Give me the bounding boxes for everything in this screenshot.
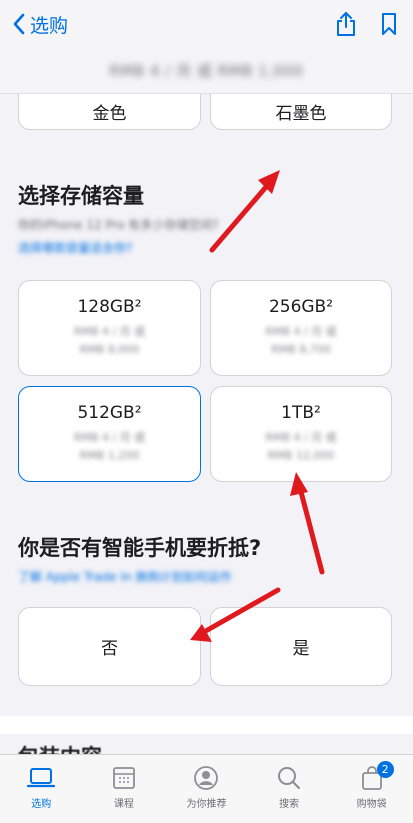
option-label: 128GB² (77, 297, 142, 318)
option-label: 512GB² (77, 403, 142, 424)
top-nav: 选购 (0, 0, 413, 48)
option-label: 是 (292, 639, 310, 659)
option-price: RMB 4 / 月 或 RMB 1,200 (73, 431, 146, 462)
price-summary-bar: RMB 4 / 月 或 RMB 1,000 (0, 48, 413, 94)
tab-label: 课程 (113, 799, 134, 810)
calendar-icon (112, 767, 135, 789)
back-label: 选购 (30, 14, 69, 37)
person-icon (194, 766, 219, 790)
laptop-icon (27, 768, 56, 788)
tab-shop[interactable]: 选购 (5, 765, 77, 810)
option-label: 否 (101, 639, 118, 659)
tradein-option-yes[interactable]: 是 (210, 607, 392, 686)
section-divider (0, 716, 413, 734)
tab-for-you[interactable]: 为你推荐 (170, 765, 242, 810)
storage-option-1tb[interactable]: 1TB² RMB 4 / 月 或 RMB 12,000 (210, 386, 392, 482)
bookmark-icon[interactable] (381, 12, 397, 36)
storage-option-256gb[interactable]: 256GB² RMB 4 / 月 或 RMB 8,700 (210, 280, 392, 376)
price-summary-text: RMB 4 / 月 或 RMB 1,000 (109, 62, 304, 80)
tradein-option-no[interactable]: 否 (18, 607, 201, 686)
back-button[interactable]: 选购 (12, 11, 68, 38)
box-contents-title: 包装内容 (18, 741, 102, 754)
tab-sessions[interactable]: 课程 (88, 765, 160, 810)
tab-label: 选购 (31, 799, 52, 810)
option-price: RMB 4 / 月 或 RMB 8,000 (73, 325, 146, 356)
storage-help-link[interactable]: 选择哪款容量适合你? (18, 239, 132, 256)
storage-section-title: 选择存储容量 (18, 184, 144, 208)
chevron-left-icon (13, 13, 25, 35)
option-label: 1TB² (281, 403, 321, 424)
tab-bag[interactable]: 2 购物袋 (336, 761, 408, 810)
tab-search[interactable]: 搜索 (253, 765, 325, 810)
search-icon (278, 767, 301, 790)
bag-count-badge: 2 (376, 761, 394, 778)
main-content: 金色 石墨色 选择存储容量 你的iPhone 12 Pro 有多少存储空间? 选… (0, 94, 413, 754)
tab-label: 购物袋 (356, 799, 387, 810)
tab-label: 为你推荐 (186, 799, 227, 810)
share-icon[interactable] (335, 11, 357, 37)
storage-option-512gb[interactable]: 512GB² RMB 4 / 月 或 RMB 1,200 (18, 386, 201, 482)
option-price: RMB 4 / 月 或 RMB 12,000 (265, 431, 337, 462)
finish-option-gold[interactable]: 金色 (18, 94, 201, 130)
storage-option-128gb[interactable]: 128GB² RMB 4 / 月 或 RMB 8,000 (18, 280, 201, 376)
option-label: 石墨色 (275, 103, 327, 124)
option-label: 金色 (92, 103, 127, 124)
tradein-help-link[interactable]: 了解 Apple Trade In 换购计划如何运作 (18, 568, 231, 585)
finish-option-graphite[interactable]: 石墨色 (210, 94, 392, 130)
tradein-section-title: 你是否有智能手机要折抵? (18, 536, 262, 560)
storage-note: 你的iPhone 12 Pro 有多少存储空间? (18, 218, 219, 232)
tab-label: 搜索 (279, 799, 300, 810)
bottom-tab-bar: 选购 课程 为你推荐 搜索 2 购物袋 (0, 754, 413, 823)
option-label: 256GB² (268, 297, 334, 318)
option-price: RMB 4 / 月 或 RMB 8,700 (265, 325, 337, 356)
